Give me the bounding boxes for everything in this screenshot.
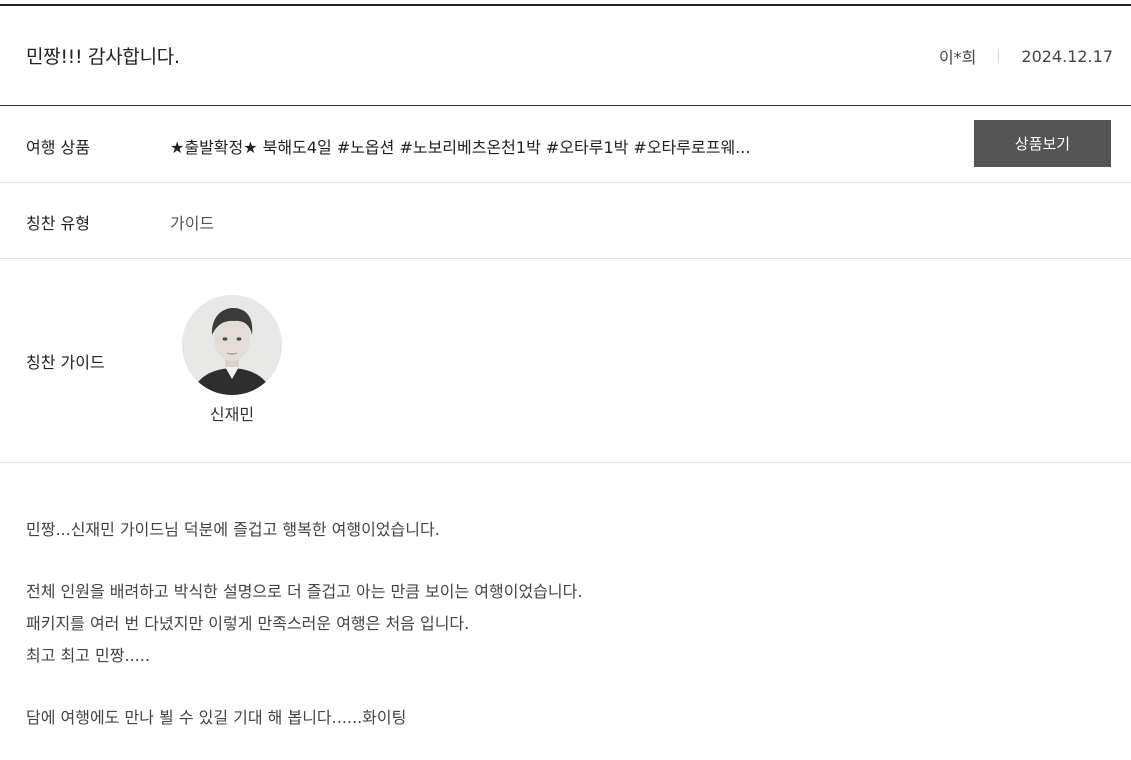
product-label: 여행 상품 [26,138,90,157]
review-date: 2024.12.17 [1021,46,1113,66]
review-header: 민짱!!! 감사합니다. 이*희 2024.12.17 [0,6,1131,106]
meta-divider [998,49,1000,63]
body-line: 담에 여행에도 만나 뵐 수 있길 기대 해 봅니다......화이팅 [26,708,407,727]
praise-type-label: 칭찬 유형 [26,214,90,233]
review-author: 이*희 [938,48,977,67]
guide-avatar [182,295,282,395]
body-line: 전체 인원을 배려하고 박식한 설명으로 더 즐겁고 아는 만큼 보이는 여행이… [26,582,583,601]
praise-type-row: 칭찬 유형 가이드 [0,183,1131,259]
guide-portrait-image [182,295,282,395]
product-name: ★출발확정★ 북해도4일 #노옵션 #노보리베츠온천1박 #오타루1박 #오타루… [170,138,751,157]
body-line: 최고 최고 민짱..... [26,646,150,665]
body-line: 민짱...신재민 가이드님 덕분에 즐겁고 행복한 여행이었습니다. [26,520,440,539]
review-body: 민짱...신재민 가이드님 덕분에 즐겁고 행복한 여행이었습니다. 전체 인원… [26,514,1106,734]
guide-name: 신재민 [209,405,255,424]
praised-guide-row: 칭찬 가이드 신재민 [0,259,1131,463]
body-line: 패키지를 여러 번 다녔지만 이렇게 만족스러운 여행은 처음 입니다. [26,614,470,633]
guide-card[interactable]: 신재민 [181,295,283,425]
product-row: 여행 상품 ★출발확정★ 북해도4일 #노옵션 #노보리베츠온천1박 #오타루1… [0,106,1131,183]
review-meta: 이*희 2024.12.17 [939,44,1113,68]
view-product-button[interactable]: 상품보기 [974,120,1111,167]
review-title: 민짱!!! 감사합니다. [26,46,180,68]
praised-guide-label: 칭찬 가이드 [26,353,105,372]
praise-type-value: 가이드 [170,214,215,233]
